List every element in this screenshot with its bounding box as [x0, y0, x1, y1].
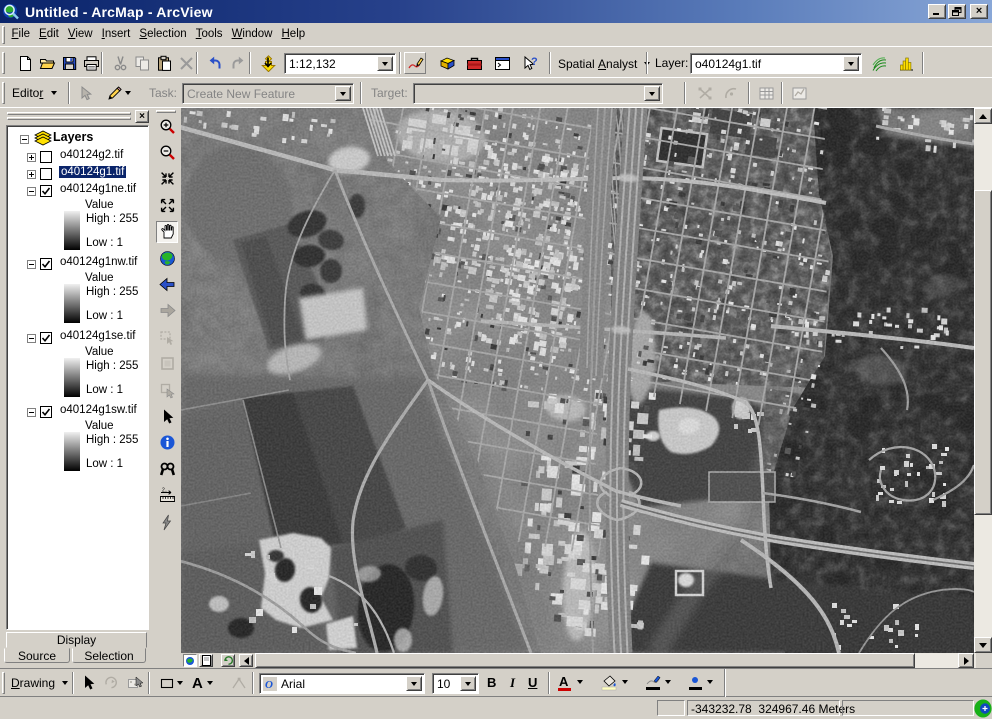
- svg-text:O: O: [265, 679, 273, 691]
- svg-text:2..: 2..: [162, 488, 168, 494]
- svg-text:A: A: [559, 674, 569, 689]
- svg-text:?: ?: [531, 56, 538, 68]
